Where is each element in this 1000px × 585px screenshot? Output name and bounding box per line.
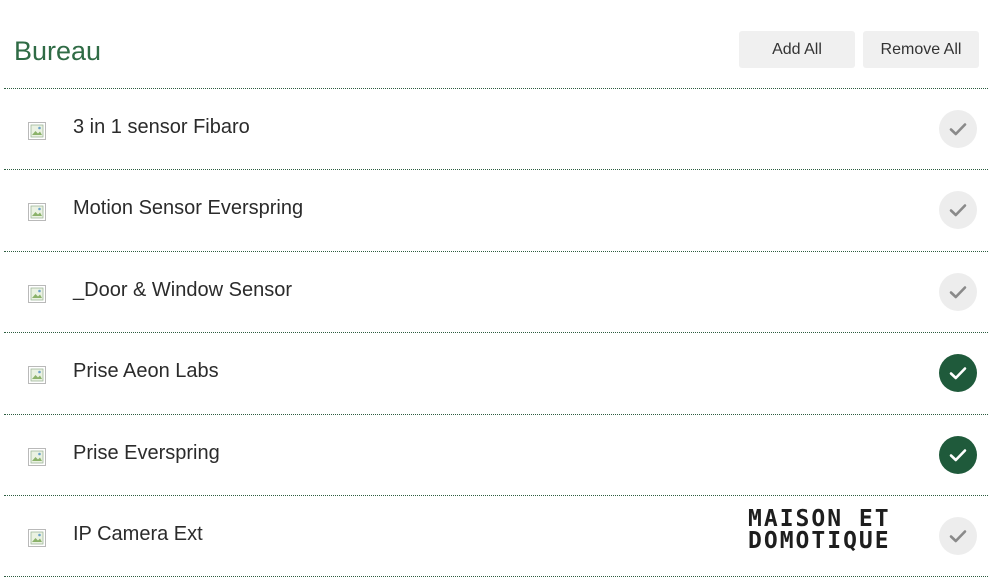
broken-image-icon — [28, 366, 46, 384]
device-row[interactable]: Prise Everspring — [4, 414, 988, 495]
device-name: IP Camera Ext — [73, 523, 203, 545]
broken-image-icon — [28, 285, 46, 303]
checkmark-icon[interactable] — [939, 436, 977, 474]
logo-text-line2: DOMOTIQUE — [748, 528, 891, 554]
broken-image-icon — [28, 203, 46, 221]
row-divider — [4, 576, 988, 577]
logo-text-line1: MAISON ET — [748, 506, 891, 532]
broken-image-icon — [28, 448, 46, 466]
device-name: Prise Aeon Labs — [73, 360, 219, 382]
device-name: _Door & Window Sensor — [73, 279, 292, 301]
device-row[interactable]: Motion Sensor Everspring — [4, 169, 988, 250]
broken-image-icon — [28, 529, 46, 547]
checkmark-icon[interactable] — [939, 191, 977, 229]
header: Bureau Add All Remove All — [0, 0, 1000, 88]
device-name: Motion Sensor Everspring — [73, 197, 304, 219]
checkmark-icon[interactable] — [939, 110, 977, 148]
device-row[interactable]: _Door & Window Sensor — [4, 251, 988, 332]
device-name: 3 in 1 sensor Fibaro — [73, 116, 250, 138]
broken-image-icon — [28, 122, 46, 140]
device-name: Prise Everspring — [73, 442, 220, 464]
add-all-button[interactable]: Add All — [739, 31, 855, 68]
checkmark-icon[interactable] — [939, 273, 977, 311]
remove-all-button[interactable]: Remove All — [863, 31, 979, 68]
device-row[interactable]: 3 in 1 sensor Fibaro — [4, 88, 988, 169]
maison-et-domotique-logo: MAISON ET DOMOTIQUE — [748, 508, 960, 554]
device-row[interactable]: Prise Aeon Labs — [4, 332, 988, 413]
page-title: Bureau — [14, 36, 102, 66]
checkmark-icon[interactable] — [939, 354, 977, 392]
